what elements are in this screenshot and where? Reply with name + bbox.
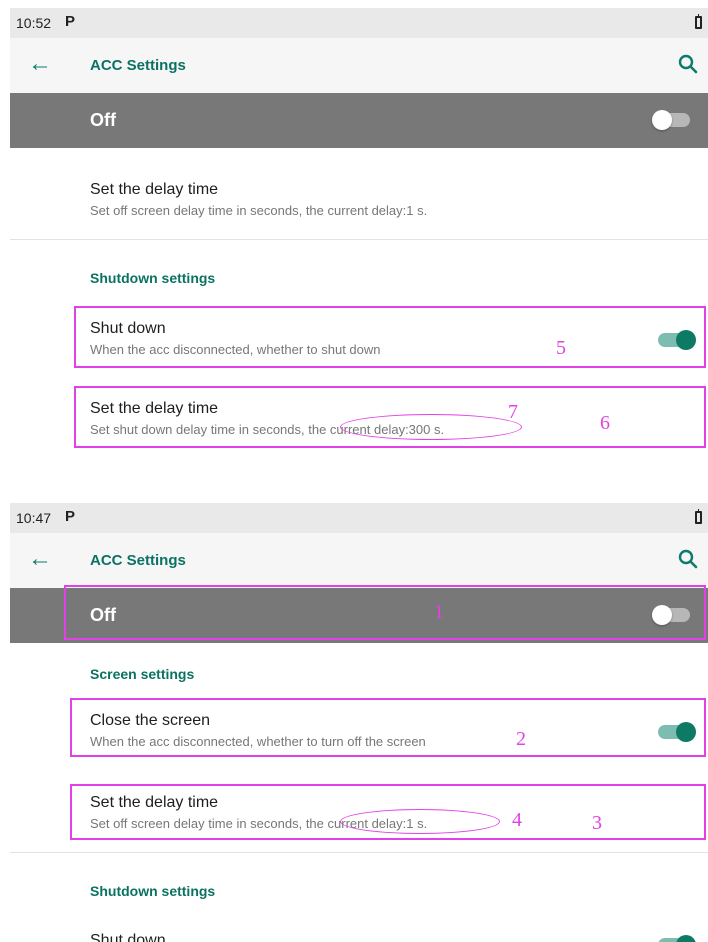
- section-header-screen: Screen settings: [90, 666, 195, 682]
- divider: [10, 239, 708, 240]
- battery-icon: [695, 14, 702, 29]
- section-header-shutdown: Shutdown settings: [90, 270, 216, 286]
- section-header-shutdown: Shutdown settings: [90, 883, 216, 899]
- app-bar: ← ACC Settings: [10, 533, 708, 588]
- annotation-number: 4: [512, 809, 522, 831]
- highlight-ellipse-7: [340, 414, 522, 440]
- divider: [10, 852, 708, 853]
- status-time: 10:47: [16, 510, 52, 526]
- pref-title: Shut down: [90, 932, 166, 942]
- status-time: 10:52: [16, 15, 52, 31]
- toggle-thumb: [676, 935, 696, 942]
- arrow-back-icon[interactable]: ←: [28, 545, 52, 573]
- annotation-number: 2: [516, 728, 526, 750]
- shutdown-pref[interactable]: Shut down: [10, 932, 166, 942]
- status-bar: 10:52 P: [10, 8, 708, 38]
- annotation-number: 1: [434, 601, 444, 623]
- battery-icon: [695, 509, 702, 524]
- app-bar: ← ACC Settings: [10, 38, 708, 93]
- arrow-back-icon[interactable]: ←: [28, 50, 52, 78]
- bottom-screenshot: 10:47 P ← ACC Settings Off Screen settin…: [10, 503, 708, 942]
- annotation-number: 5: [556, 337, 566, 359]
- screen-delay-pref[interactable]: Set the delay time Set off screen delay …: [10, 181, 427, 218]
- search-icon[interactable]: [676, 52, 700, 76]
- highlight-box-5: [74, 306, 706, 368]
- pref-title: Set the delay time: [90, 181, 219, 198]
- search-icon[interactable]: [676, 547, 700, 571]
- highlight-box-1: [64, 585, 706, 640]
- annotation-number: 7: [508, 401, 518, 423]
- highlight-box-2: [70, 698, 706, 757]
- annotation-number: 6: [600, 412, 610, 434]
- status-bar: 10:47 P: [10, 503, 708, 533]
- shutdown-toggle[interactable]: [658, 935, 696, 942]
- page-title: ACC Settings: [90, 552, 186, 569]
- master-switch-label: Off: [90, 110, 116, 130]
- master-toggle[interactable]: [652, 110, 690, 130]
- top-screenshot: 10:52 P ← ACC Settings Off Set the delay…: [10, 8, 708, 458]
- highlight-ellipse-4: [340, 809, 500, 834]
- toggle-thumb: [652, 110, 672, 130]
- master-switch-bar[interactable]: Off: [10, 93, 708, 148]
- annotation-number: 3: [592, 812, 602, 834]
- page-title: ACC Settings: [90, 57, 186, 74]
- p-notification-icon: P: [65, 508, 76, 525]
- pref-summary: Set off screen delay time in seconds, th…: [90, 203, 428, 218]
- p-notification-icon: P: [65, 13, 76, 30]
